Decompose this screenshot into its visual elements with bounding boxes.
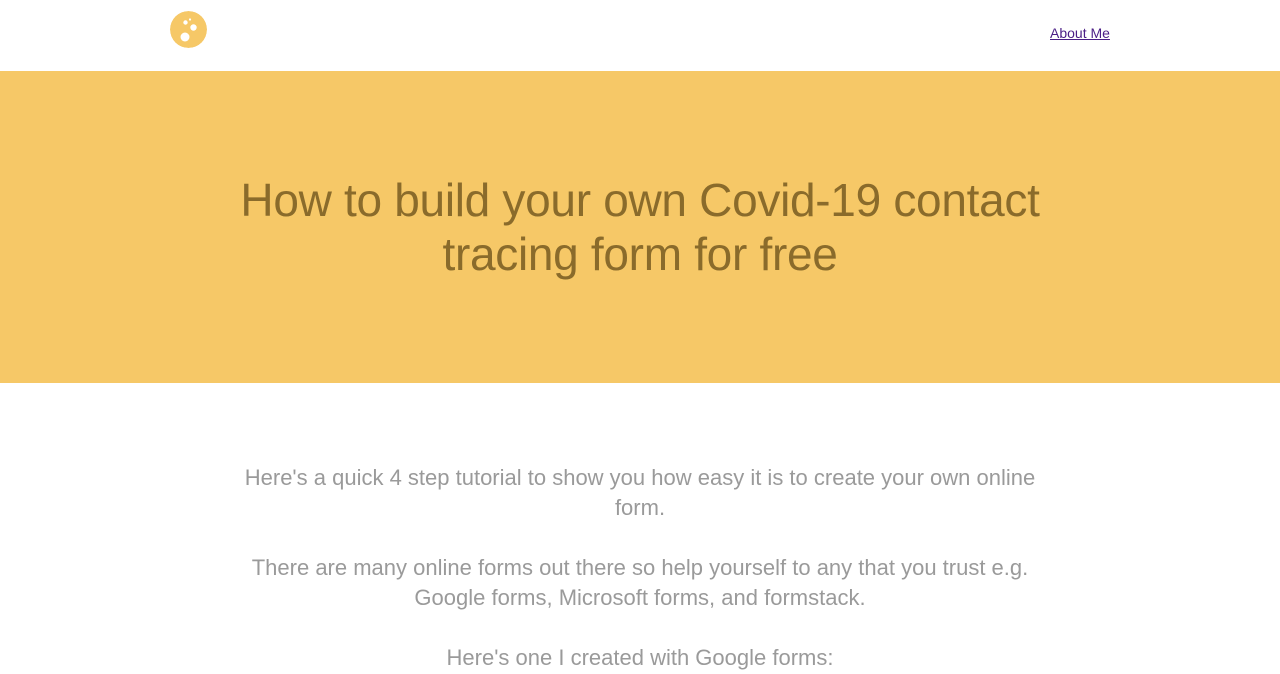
example-paragraph: Here's one I created with Google forms: xyxy=(446,645,834,670)
site-header: About Me xyxy=(0,0,1280,71)
page-title: How to build your own Covid-19 contact t… xyxy=(240,174,1040,280)
hero-banner: How to build your own Covid-19 contact t… xyxy=(0,71,1280,383)
logo-icon[interactable] xyxy=(170,11,207,48)
article-body: Here's a quick 4 step tutorial to show y… xyxy=(230,383,1050,673)
intro-paragraph: Here's a quick 4 step tutorial to show y… xyxy=(244,465,1036,520)
forms-paragraph: There are many online forms out there so… xyxy=(251,555,1029,610)
nav-about-link[interactable]: About Me xyxy=(1050,25,1110,41)
